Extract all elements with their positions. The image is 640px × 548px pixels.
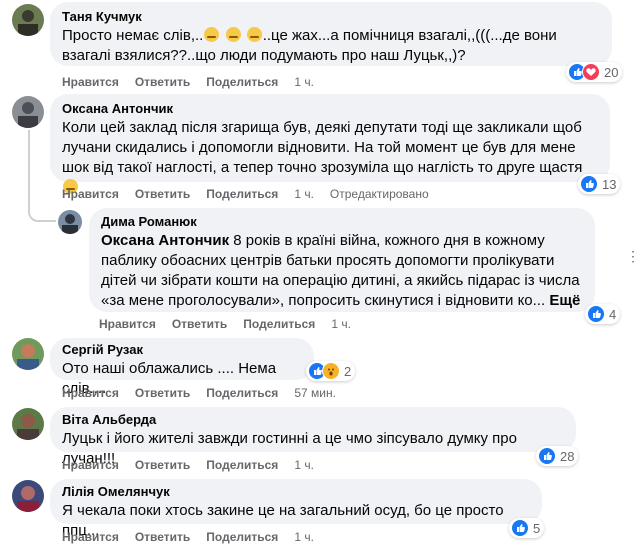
mention-link[interactable]: Оксана Антончик xyxy=(101,232,229,249)
like-button[interactable]: Нравится xyxy=(62,386,119,400)
reply-button[interactable]: Ответить xyxy=(135,458,190,472)
comment-author[interactable]: Оксана Антончик xyxy=(62,101,598,117)
reaction-count-value: 5 xyxy=(533,520,541,536)
like-icon xyxy=(580,175,598,193)
comment-author[interactable]: Таня Кучмук xyxy=(62,9,600,25)
avatar[interactable] xyxy=(12,4,44,36)
reaction-count-value: 4 xyxy=(609,306,617,322)
comment-actions: Нравится Ответить Поделиться 1 ч. xyxy=(99,317,367,331)
comment-author[interactable]: Лілія Омелянчук xyxy=(62,484,530,500)
comment-actions: Нравится Ответить Поделиться 1 ч. xyxy=(62,458,330,472)
share-button[interactable]: Поделиться xyxy=(206,530,278,544)
edited-label[interactable]: Отредактировано xyxy=(330,187,429,201)
reaction-count[interactable]: 5 xyxy=(509,518,545,538)
timestamp[interactable]: 1 ч. xyxy=(331,317,351,331)
more-options-icon[interactable]: ⋮ xyxy=(626,248,640,265)
avatar[interactable] xyxy=(12,96,44,128)
comment-bubble: Сергій Рузак Ото наші облажались .... Не… xyxy=(50,338,314,397)
comment-actions: Нравится Ответить Поделиться 1 ч. xyxy=(62,530,330,544)
thread-line xyxy=(28,130,30,196)
comment-actions: Нравится Ответить Поделиться 1 ч. Отредактир… xyxy=(62,187,445,201)
comment-bubble: Віта Альберда Луцьк і його жителі завжди… xyxy=(50,407,576,467)
avatar[interactable] xyxy=(58,210,82,234)
share-button[interactable]: Поделиться xyxy=(243,317,315,331)
avatar[interactable] xyxy=(12,480,44,512)
timestamp[interactable]: 1 ч. xyxy=(294,458,314,472)
disappointed-emoji-icon xyxy=(246,27,262,42)
timestamp[interactable]: 1 ч. xyxy=(294,75,314,89)
share-button[interactable]: Поделиться xyxy=(206,75,278,89)
reaction-count[interactable]: 13 xyxy=(578,174,621,194)
comment-actions: Нравится Ответить Поделиться 1 ч. xyxy=(62,75,330,89)
avatar[interactable] xyxy=(12,408,44,440)
timestamp[interactable]: 1 ч. xyxy=(294,530,314,544)
disappointed-emoji-icon xyxy=(204,27,220,42)
thread-connector xyxy=(28,196,56,222)
comment-text: Просто немає слів,.. ..це жах...а помічн… xyxy=(62,27,557,64)
avatar[interactable] xyxy=(12,338,44,370)
wow-icon xyxy=(322,362,340,380)
reaction-count-value: 28 xyxy=(560,448,575,464)
like-button[interactable]: Нравится xyxy=(62,75,119,89)
reaction-count[interactable]: 2 xyxy=(306,361,356,381)
comment-text: Оксана Антончик 8 років в країні війна, … xyxy=(101,232,581,309)
like-icon xyxy=(538,447,556,465)
love-icon xyxy=(582,63,600,81)
reaction-count-value: 2 xyxy=(344,363,352,379)
disappointed-emoji-icon xyxy=(225,27,241,42)
comment-bubble: Оксана Антончик Коли цей заклад після зг… xyxy=(50,94,610,194)
comment-actions: Нравится Ответить Поделиться 57 мин. xyxy=(62,386,352,400)
reply-button[interactable]: Ответить xyxy=(135,530,190,544)
like-button[interactable]: Нравится xyxy=(99,317,156,331)
share-button[interactable]: Поделиться xyxy=(206,458,278,472)
comment-bubble: Таня Кучмук Просто немає слів,.. ..це жа… xyxy=(50,2,612,66)
reply-button[interactable]: Ответить xyxy=(135,75,190,89)
like-icon xyxy=(511,519,529,537)
comment-author[interactable]: Сергій Рузак xyxy=(62,342,302,358)
like-button[interactable]: Нравится xyxy=(62,187,119,201)
share-button[interactable]: Поделиться xyxy=(206,187,278,201)
reaction-count-value: 13 xyxy=(602,176,617,192)
comment-bubble: Лілія Омелянчук Я чекала поки хтось заки… xyxy=(50,479,542,539)
reaction-count-value: 20 xyxy=(604,64,619,80)
comment-bubble: Дима Романюк Оксана Антончик 8 років в к… xyxy=(89,208,595,312)
timestamp[interactable]: 1 ч. xyxy=(294,187,314,201)
comment-author[interactable]: Дима Романюк xyxy=(101,214,583,230)
like-button[interactable]: Нравится xyxy=(62,530,119,544)
reply-button[interactable]: Ответить xyxy=(172,317,227,331)
share-button[interactable]: Поделиться xyxy=(206,386,278,400)
reaction-count[interactable]: 20 xyxy=(566,62,623,82)
reply-button[interactable]: Ответить xyxy=(135,386,190,400)
comment-author[interactable]: Віта Альберда xyxy=(62,412,564,428)
reaction-count[interactable]: 28 xyxy=(536,446,579,466)
see-more-link[interactable]: Ещё xyxy=(549,292,580,309)
like-icon xyxy=(587,305,605,323)
reply-button[interactable]: Ответить xyxy=(135,187,190,201)
reaction-count[interactable]: 4 xyxy=(585,304,621,324)
comment-text: Коли цей заклад після згарища був, деякі… xyxy=(62,118,598,198)
timestamp[interactable]: 57 мин. xyxy=(294,386,336,400)
like-button[interactable]: Нравится xyxy=(62,458,119,472)
